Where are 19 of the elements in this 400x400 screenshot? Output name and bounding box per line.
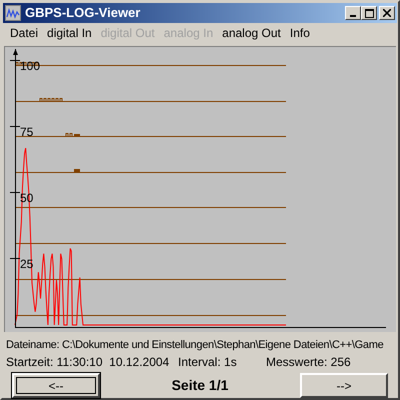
window-title: GBPS-LOG-Viewer: [25, 4, 142, 22]
filename-label: Dateiname: C:\Dokumente und Einstellungen\Stephan\Eigene Dateien\C++\Game: [6, 338, 384, 353]
next-button[interactable]: -->: [300, 373, 388, 398]
close-button[interactable]: [379, 6, 395, 20]
close-icon: [383, 9, 391, 17]
page-label: Seite 1/1: [172, 376, 228, 395]
maximize-icon: [364, 8, 374, 18]
sample-count-label: Messwerte: 256: [266, 354, 351, 371]
start-time-label: Startzeit: 11:30:10 10.12.2004: [6, 354, 170, 371]
interval-label: Interval: 1s: [178, 354, 238, 371]
previous-button[interactable]: <--: [12, 373, 100, 398]
y-tick-label: 75: [20, 126, 34, 139]
chart-icon: [5, 5, 21, 21]
menu-item[interactable]: analog Out: [218, 24, 285, 42]
maximize-button[interactable]: [361, 6, 377, 20]
menu-item[interactable]: digital In: [43, 24, 96, 42]
menu-item[interactable]: Datei: [6, 24, 42, 42]
minimize-button[interactable]: [345, 6, 361, 20]
menu-item[interactable]: Info: [286, 24, 314, 42]
